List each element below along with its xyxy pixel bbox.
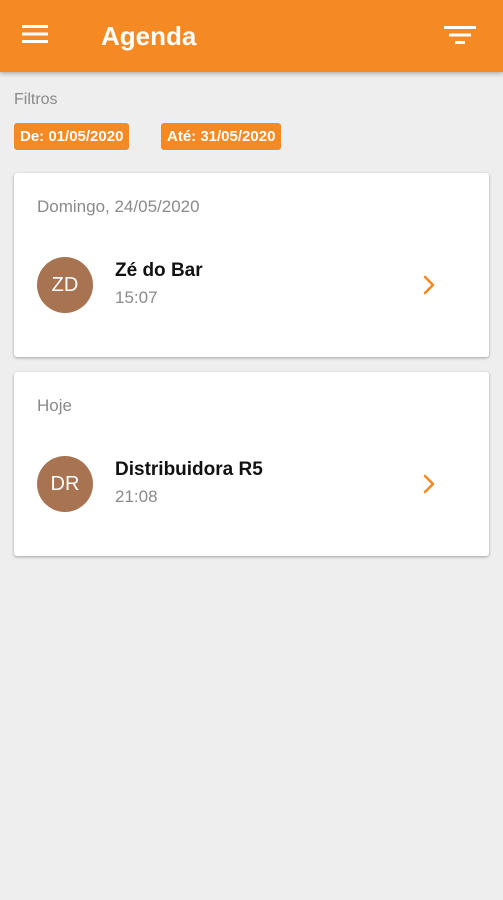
appointment-name: Zé do Bar [115, 260, 203, 281]
appointment-name: Distribuidora R5 [115, 459, 263, 480]
menu-button[interactable] [22, 22, 58, 50]
appointment-item[interactable]: ZD Zé do Bar 15:07 [14, 253, 489, 317]
menu-icon [22, 25, 48, 43]
card-date-header: Domingo, 24/05/2020 [37, 197, 200, 216]
filters-label: Filtros [14, 91, 58, 108]
page-title: Agenda [101, 21, 197, 51]
filter-icon [444, 26, 476, 44]
filter-button[interactable] [444, 22, 484, 50]
filter-chip-to-date[interactable]: Até: 31/05/2020 [161, 123, 282, 150]
filter-chip-from-date[interactable]: De: 01/05/2020 [14, 123, 130, 150]
app-bar: Agenda [0, 0, 503, 72]
appointment-time: 15:07 [115, 288, 158, 307]
avatar: DR [37, 456, 93, 512]
appointment-time: 21:08 [115, 487, 158, 506]
appointment-item[interactable]: DR Distribuidora R5 21:08 [14, 452, 489, 516]
avatar: ZD [37, 257, 93, 313]
card-date-header: Hoje [37, 396, 72, 415]
chevron-right-icon [422, 472, 438, 496]
chevron-right-icon [422, 273, 438, 297]
agenda-card: Domingo, 24/05/2020 ZD Zé do Bar 15:07 [14, 173, 489, 357]
agenda-card: Hoje DR Distribuidora R5 21:08 [14, 372, 489, 556]
